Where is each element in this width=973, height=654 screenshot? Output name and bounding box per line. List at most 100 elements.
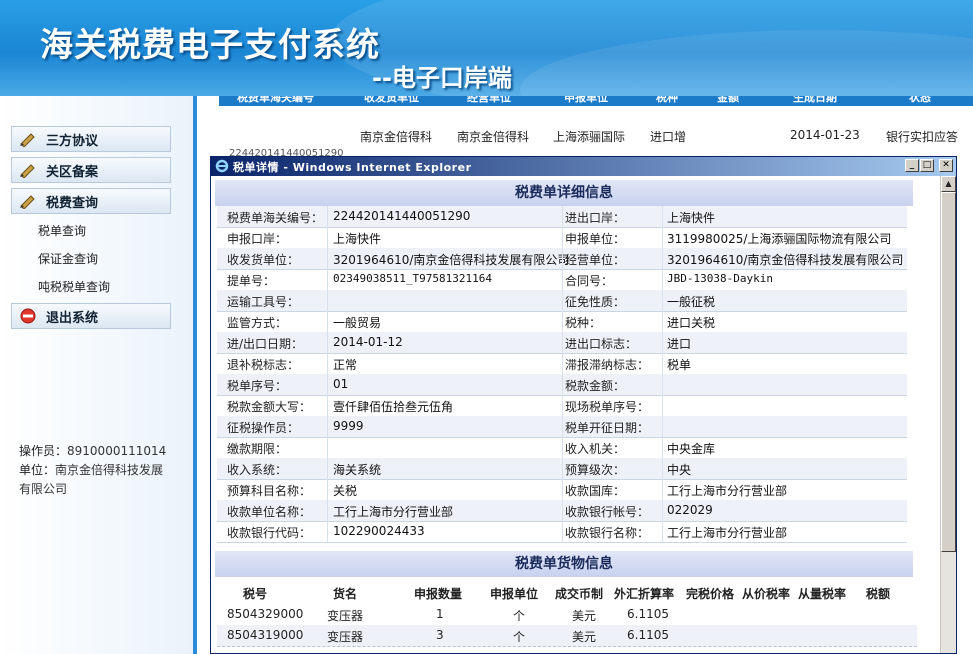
goods-cell: 8504329000 (227, 607, 304, 621)
field-label: 经营单位： (565, 253, 626, 267)
vertical-scrollbar[interactable]: ▲ (940, 176, 956, 653)
detail-row: 税单序号： 01 税款金额： (217, 374, 907, 396)
column-header: 经营单位 (467, 96, 511, 104)
unit-label: 单位： (19, 463, 56, 477)
field-value: 一般征税 (667, 295, 716, 309)
field-value: 海关系统 (333, 463, 382, 477)
cell-divider (662, 248, 663, 269)
window-title: 税单详情 - Windows Internet Explorer (233, 161, 472, 174)
minimize-button[interactable]: _ (905, 159, 919, 172)
cell-divider (562, 206, 563, 227)
field-value: 进口 (667, 337, 692, 351)
detail-row: 提单号： 02349038511_T97581321164 合同号： JBD-1303… (217, 269, 907, 291)
field-value: 3201964610/南京金倍得科技发展有限公司 (667, 253, 904, 267)
field-label: 税款金额： (565, 379, 626, 393)
sidebar-item-tax-query[interactable]: 税费查询 (11, 188, 171, 214)
table-cell: 上海添骊国际 (553, 130, 626, 144)
detail-row: 申报口岸： 上海快件 申报单位： 3119980025/上海添骊国际物流有限公司 (217, 227, 907, 249)
cell-divider (327, 311, 328, 332)
goods-table-header: 税号 货名 申报数量 申报单位 成交币制 外汇折算率 完税价格 从价税率 从量税… (217, 582, 917, 603)
field-label: 现场税单序号： (565, 400, 650, 414)
sidebar-item-three-party-agreement[interactable]: 三方协议 (11, 126, 171, 152)
column-header: 从价税率 (742, 587, 791, 601)
sidebar: 三方协议 关区备案 税费查询 税单查询 保证金查询 吨税税单查询 退出系统 操作… (0, 96, 197, 654)
cell-divider (662, 227, 663, 248)
cell-divider (562, 395, 563, 416)
cell-divider (562, 437, 563, 458)
cell-divider (662, 311, 663, 332)
field-label: 收款银行代码： (227, 526, 312, 540)
column-header: 状态 (909, 96, 931, 104)
pen-icon (18, 192, 38, 210)
table-cell: 南京金倍得科 (457, 130, 530, 144)
detail-row: 进/出口日期： 2014-01-12 进出口标志： 进口 (217, 332, 907, 354)
cell-divider (662, 269, 663, 290)
field-value: 一般贸易 (333, 316, 382, 330)
pen-icon (18, 161, 38, 179)
field-value: 工行上海市分行营业部 (333, 505, 454, 519)
sidebar-item-label: 税费查询 (46, 195, 99, 211)
cell-divider (662, 479, 663, 500)
cell-divider (327, 227, 328, 248)
detail-row: 收入系统： 海关系统 预算级次： 中央 (217, 458, 907, 480)
goods-cell: 8504319000 (227, 628, 304, 642)
cell-divider (562, 311, 563, 332)
column-header: 税额 (866, 587, 891, 601)
cell-divider (327, 395, 328, 416)
sidebar-subitem-tax-bill-query[interactable]: 税单查询 (38, 222, 86, 239)
table-header: 税费单海关编号 收发货单位 经营单位 申报单位 税种 金额 生成日期 状态 (219, 96, 973, 106)
logout-button[interactable]: 退出系统 (11, 303, 171, 329)
field-label: 税单开征日期： (565, 421, 650, 435)
detail-row: 税费单海关编号： 224420141440051290 进出口岸： 上海快件 (217, 206, 907, 228)
field-label: 税单序号： (227, 379, 288, 393)
pen-icon (18, 130, 38, 148)
field-value: 关税 (333, 484, 358, 498)
detail-row: 预算科目名称： 关税 收款国库： 工行上海市分行营业部 (217, 479, 907, 501)
cell-divider (327, 248, 328, 269)
scroll-up-arrow-icon[interactable]: ▲ (941, 176, 956, 192)
field-label: 监管方式： (227, 316, 288, 330)
field-label: 运输工具号： (227, 295, 300, 309)
sidebar-item-label: 三方协议 (46, 133, 99, 149)
field-label: 收款单位名称： (227, 505, 312, 519)
field-label: 申报单位： (565, 232, 626, 246)
field-label: 收发货单位： (227, 253, 300, 267)
field-value: 2014-01-12 (333, 335, 403, 349)
column-header: 生成日期 (793, 96, 837, 104)
goods-cell: 个 (513, 609, 526, 623)
cell-divider (562, 290, 563, 311)
field-value: 102290024433 (333, 524, 425, 538)
cell-divider (562, 479, 563, 500)
cell-divider (662, 437, 663, 458)
maximize-button[interactable]: □ (920, 159, 934, 172)
close-button[interactable]: ✕ (939, 159, 953, 172)
detail-row: 缴款期限： 收入机关： 中央金库 (217, 437, 907, 459)
sidebar-subitem-tonnage-tax-query[interactable]: 吨税税单查询 (38, 278, 110, 295)
field-value: 中央 (667, 463, 692, 477)
goods-row: 8504319000 变压器 3 个 美元 6.1105 (217, 625, 917, 647)
field-value: 进口关税 (667, 316, 716, 330)
field-label: 进出口标志： (565, 337, 638, 351)
cell-divider (327, 269, 328, 290)
field-value: 壹仟肆佰伍拾叁元伍角 (333, 400, 454, 414)
cell-divider (662, 416, 663, 437)
field-label: 缴款期限： (227, 442, 288, 456)
cell-divider (662, 521, 663, 542)
field-value: 224420141440051290 (333, 209, 471, 223)
cell-divider (327, 353, 328, 374)
cell-divider (327, 521, 328, 542)
scroll-thumb[interactable] (941, 192, 956, 552)
field-label: 收款银行帐号： (565, 505, 650, 519)
goods-cell: 6.1105 (627, 607, 669, 621)
app-title: 海关税费电子支付系统 (40, 25, 380, 64)
field-value: 税单 (667, 358, 692, 372)
cell-divider (662, 458, 663, 479)
column-header: 完税价格 (686, 587, 735, 601)
column-header: 外汇折算率 (614, 587, 675, 601)
sidebar-subitem-deposit-query[interactable]: 保证金查询 (38, 250, 98, 267)
sidebar-item-customs-filing[interactable]: 关区备案 (11, 157, 171, 183)
window-titlebar[interactable]: 税单详情 - Windows Internet Explorer _ □ ✕ (211, 157, 956, 176)
field-value: 022029 (667, 503, 713, 517)
field-label: 进/出口日期： (227, 337, 304, 351)
window-content: 税费单详细信息 税费单海关编号： 224420141440051290 进出口岸： 上… (211, 176, 956, 653)
